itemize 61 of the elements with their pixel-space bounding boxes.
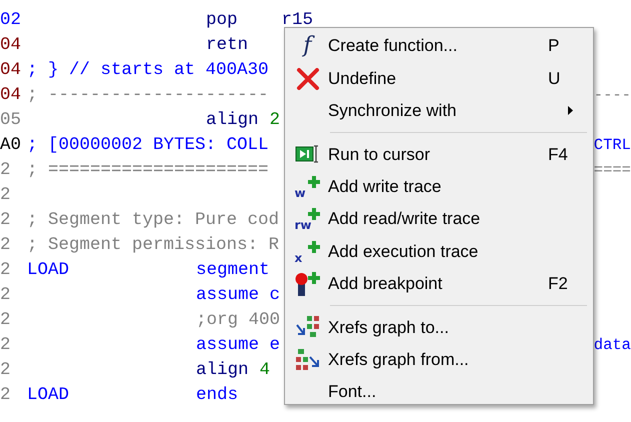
directive: assume e xyxy=(196,334,280,357)
line-address: 2 xyxy=(0,234,12,257)
code-comment: ; --------------------- xyxy=(27,84,269,107)
code-text: CTRL xyxy=(594,135,631,156)
number-literal: 4 xyxy=(260,359,270,382)
line-address: 05 xyxy=(0,109,22,132)
mnemonic: retn xyxy=(206,34,248,57)
menu-item[interactable]: Xrefs graph from... xyxy=(287,344,591,376)
directive: segment xyxy=(196,259,270,282)
segment-label: LOAD xyxy=(27,259,70,282)
line-address: 2 xyxy=(0,309,12,332)
code-comment: ; Segment type: Pure cod xyxy=(27,209,280,232)
code-comment: ; } // starts at 400A30 xyxy=(27,59,269,82)
menu-item[interactable]: rw Add read/write trace xyxy=(287,202,591,236)
line-address: 04 xyxy=(0,34,22,57)
code-comment: ;org 400 xyxy=(196,309,280,332)
line-address: 2 xyxy=(0,334,12,357)
graph-icon xyxy=(294,348,320,372)
code-text: data xyxy=(594,335,631,356)
mnemonic: align xyxy=(206,109,259,132)
shortcut-key: F2 xyxy=(548,271,568,297)
shortcut-key: U xyxy=(548,66,560,92)
run-to-cursor-icon xyxy=(294,143,320,166)
line-address: 04 xyxy=(0,59,22,82)
menu-item[interactable]: Add breakpoint F2 xyxy=(287,268,591,300)
code-comment: ; [00000002 BYTES: COLL xyxy=(27,134,269,157)
code-comment: ; Segment permissions: R xyxy=(27,234,280,257)
line-address: 2 xyxy=(0,259,12,282)
close-icon xyxy=(296,68,320,90)
directive: assume c xyxy=(196,284,280,307)
line-address: 2 xyxy=(0,184,12,207)
code-text: ==== xyxy=(594,160,631,181)
line-address: 2 xyxy=(0,209,12,232)
menu-item[interactable]: f Create function... P xyxy=(287,30,591,62)
menu-item[interactable]: Run to cursor F4 xyxy=(287,138,591,171)
submenu-arrow-icon xyxy=(568,106,573,116)
line-address: 2 xyxy=(0,284,12,307)
number-literal: 2 xyxy=(270,109,280,132)
segment-label: LOAD xyxy=(27,384,70,407)
operand: r15 xyxy=(280,9,314,32)
line-address: 2 xyxy=(0,359,12,382)
menu-item[interactable]: x Add execution trace xyxy=(287,235,591,268)
breakpoint-icon xyxy=(294,270,320,297)
menu-item[interactable]: Undefine U xyxy=(287,62,591,95)
line-address: 04 xyxy=(0,84,22,107)
menu-item[interactable]: Synchronize with xyxy=(287,94,591,128)
line-address: 2 xyxy=(0,384,12,407)
line-address: 02 xyxy=(0,9,22,32)
shortcut-key: F4 xyxy=(548,142,568,168)
code-comment: ; ===================== xyxy=(27,159,269,182)
menu-item[interactable]: Xrefs graph to... xyxy=(287,311,591,344)
line-address: A0 xyxy=(0,134,22,157)
menu-item[interactable]: Font... xyxy=(287,376,591,408)
directive: ends xyxy=(196,384,238,407)
graph-icon xyxy=(294,315,320,340)
code-text: ---- xyxy=(594,85,631,106)
mnemonic: align xyxy=(196,359,249,382)
menu-item[interactable]: w Add write trace xyxy=(287,170,591,203)
line-address: 2 xyxy=(0,159,12,182)
shortcut-key: P xyxy=(548,33,560,59)
mnemonic: pop xyxy=(206,9,238,32)
